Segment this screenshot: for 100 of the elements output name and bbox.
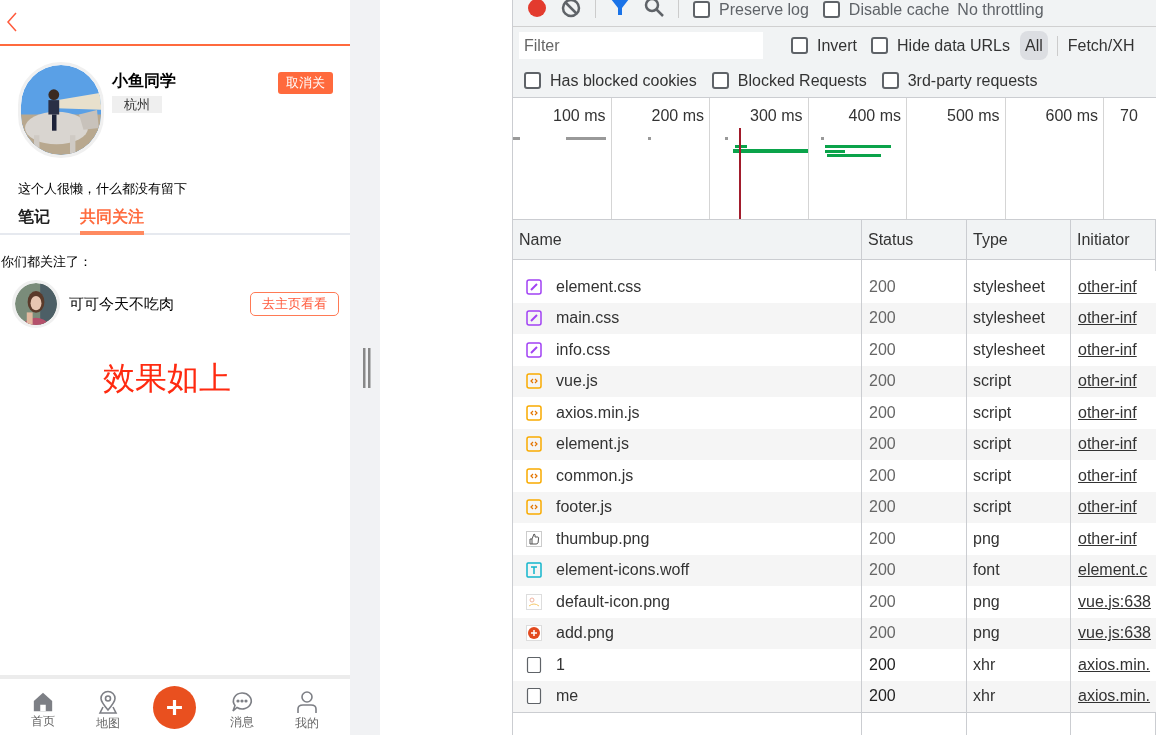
clear-icon[interactable] xyxy=(561,0,581,18)
time-tick: 600 ms xyxy=(1045,106,1098,126)
initiator-link[interactable]: other-inf xyxy=(1078,306,1137,331)
drag-handle-icon[interactable] xyxy=(363,347,371,388)
back-icon[interactable] xyxy=(6,12,18,32)
tab[interactable]: 笔记 xyxy=(18,202,50,235)
table-cell-text: 200 xyxy=(869,686,896,707)
checkbox-label: Disable cache xyxy=(848,0,950,19)
city-tag: 杭州 xyxy=(112,96,162,113)
table-cell-text: stylesheet xyxy=(973,339,1046,360)
table-cell-text: vue.js xyxy=(556,371,598,392)
table-cell-text: default-icon.png xyxy=(556,591,670,612)
table-cell-text: 1 xyxy=(556,654,565,675)
table-cell-text: xhr xyxy=(973,686,996,707)
table-cell-text: 200 xyxy=(869,654,896,675)
initiator-link[interactable]: other-inf xyxy=(1078,274,1137,299)
table-cell-text: stylesheet xyxy=(973,276,1046,297)
table-cell-text: 200 xyxy=(869,623,896,644)
table-cell-text: 200 xyxy=(869,339,896,360)
type-filter[interactable]: All xyxy=(1019,31,1048,60)
plus-icon xyxy=(166,698,184,716)
initiator-link[interactable]: axios.min. xyxy=(1078,684,1151,709)
nav-item[interactable]: 地图 xyxy=(88,683,129,731)
nav-item[interactable]: 我的 xyxy=(287,683,328,731)
table-cell-text: script xyxy=(973,434,1012,455)
initiator-link[interactable]: vue.js:638 xyxy=(1078,621,1151,646)
filter-field[interactable]: Filter xyxy=(519,32,763,59)
code-file-icon xyxy=(526,373,542,390)
time-tick: 100 ms xyxy=(553,106,606,126)
table-cell-text: element-icons.woff xyxy=(556,560,690,581)
checkbox[interactable] xyxy=(822,1,840,18)
table-cell-text: info.css xyxy=(556,339,611,360)
column-header[interactable]: Initiator xyxy=(1077,227,1130,252)
table-cell-text: script xyxy=(973,402,1012,423)
table-cell-text: png xyxy=(973,528,1000,549)
table-cell-text: 200 xyxy=(869,308,896,329)
checkbox[interactable] xyxy=(791,37,808,54)
checkbox-label: Invert xyxy=(817,35,857,56)
table-cell-text: element.js xyxy=(556,434,629,455)
add-button[interactable] xyxy=(153,685,197,729)
checkbox[interactable] xyxy=(871,37,888,54)
image-icon xyxy=(526,593,542,610)
table-cell-text: add.png xyxy=(556,623,614,644)
time-marker-line xyxy=(739,168,741,219)
section-heading: 你们都关注了： xyxy=(0,253,92,271)
checkbox-label: Preserve log xyxy=(719,0,809,19)
column-header[interactable]: Status xyxy=(868,227,914,252)
throttling-select[interactable]: No throttling xyxy=(957,0,1044,19)
pencil-file-icon xyxy=(526,310,542,327)
table-cell-text: png xyxy=(973,591,1000,612)
time-tick: 200 ms xyxy=(651,106,704,126)
table-cell-text: main.css xyxy=(556,308,620,329)
checkbox[interactable] xyxy=(524,72,541,89)
time-tick: 70 xyxy=(1120,106,1138,126)
initiator-link[interactable]: other-inf xyxy=(1078,495,1137,520)
checkbox-label: Blocked Requests xyxy=(737,70,867,91)
follow-name: 可可今天不吃肉 xyxy=(69,293,174,314)
column-header[interactable]: Name xyxy=(519,227,562,252)
checkbox[interactable] xyxy=(881,72,899,89)
pencil-file-icon xyxy=(526,278,542,295)
checkbox[interactable] xyxy=(711,72,729,89)
initiator-link[interactable]: other-inf xyxy=(1078,526,1137,551)
nav-item[interactable]: 消息 xyxy=(221,684,262,730)
search-icon[interactable] xyxy=(644,0,664,17)
column-header[interactable]: Type xyxy=(973,227,1008,252)
initiator-link[interactable]: other-inf xyxy=(1078,369,1137,394)
table-cell-text: 200 xyxy=(869,402,896,423)
thumbs-up-icon xyxy=(526,530,542,547)
initiator-link[interactable]: other-inf xyxy=(1078,463,1137,488)
table-cell-text: script xyxy=(973,371,1012,392)
table-cell-text: 200 xyxy=(869,497,896,518)
initiator-link[interactable]: vue.js:638 xyxy=(1078,589,1151,614)
user-icon xyxy=(295,689,320,715)
table-cell-text: 200 xyxy=(869,465,896,486)
table-cell-text: script xyxy=(973,497,1012,518)
table-cell-text: script xyxy=(973,465,1012,486)
nav-item[interactable]: 首页 xyxy=(22,685,63,729)
table-cell-text: xhr xyxy=(973,654,996,675)
plus-circle-icon xyxy=(526,625,542,642)
initiator-link[interactable]: other-inf xyxy=(1078,432,1137,457)
font-file-icon xyxy=(526,562,542,579)
initiator-link[interactable]: axios.min. xyxy=(1078,652,1151,677)
type-filter[interactable]: Fetch/XH xyxy=(1062,31,1140,60)
code-file-icon xyxy=(526,499,542,516)
initiator-link[interactable]: element.c xyxy=(1078,558,1148,583)
document-icon xyxy=(526,656,542,673)
document-icon xyxy=(526,688,542,705)
code-file-icon xyxy=(526,436,542,453)
table-cell-text: 200 xyxy=(869,276,896,297)
checkbox[interactable] xyxy=(693,1,710,18)
record-icon[interactable] xyxy=(527,0,547,18)
initiator-link[interactable]: other-inf xyxy=(1078,400,1137,425)
table-cell-text: 200 xyxy=(869,371,896,392)
table-cell-text: footer.js xyxy=(556,497,613,518)
filter-icon[interactable] xyxy=(610,0,630,17)
table-cell-text: 200 xyxy=(869,528,896,549)
table-cell-text: font xyxy=(973,560,1000,581)
table-cell-text: element.css xyxy=(556,276,642,297)
table-cell-text: 200 xyxy=(869,591,896,612)
initiator-link[interactable]: other-inf xyxy=(1078,337,1137,362)
